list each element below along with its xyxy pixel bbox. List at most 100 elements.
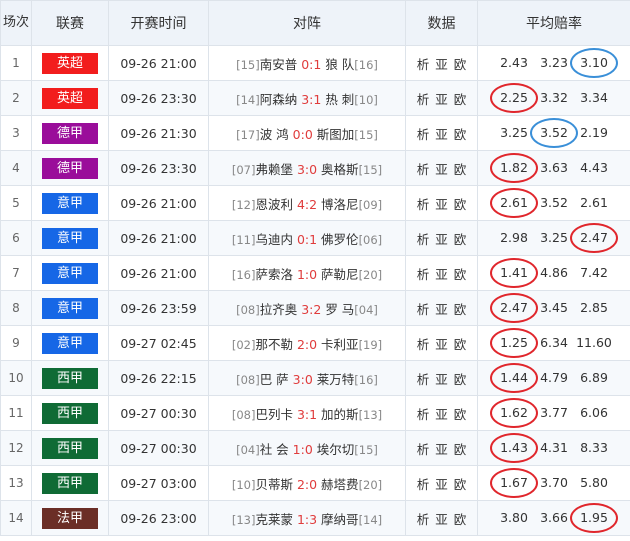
match-cell[interactable]: [11]乌迪内 0:1 佛罗伦[06] (208, 220, 406, 256)
analysis-link[interactable]: 析 (417, 509, 430, 528)
away-team[interactable]: 加的斯 (321, 407, 359, 422)
match-score[interactable]: 2:0 (297, 477, 317, 492)
home-team[interactable]: 社 会 (260, 442, 289, 457)
analysis-link[interactable]: 析 (417, 264, 430, 283)
league-badge[interactable]: 英超 (42, 52, 98, 74)
asian-odds-link[interactable]: 亚 (435, 439, 448, 458)
match-cell[interactable]: [17]波 鸿 0:0 斯图加[15] (208, 115, 406, 151)
analysis-link[interactable]: 析 (417, 194, 430, 213)
asian-odds-link[interactable]: 亚 (435, 124, 448, 143)
away-team[interactable]: 博洛尼 (321, 197, 359, 212)
league-badge[interactable]: 德甲 (42, 157, 98, 179)
asian-odds-link[interactable]: 亚 (435, 89, 448, 108)
asian-odds-link[interactable]: 亚 (435, 264, 448, 283)
home-team[interactable]: 巴 萨 (260, 372, 289, 387)
asian-odds-link[interactable]: 亚 (435, 299, 448, 318)
asian-odds-link[interactable]: 亚 (435, 509, 448, 528)
match-score[interactable]: 4:2 (297, 197, 317, 212)
european-odds-link[interactable]: 欧 (454, 194, 467, 213)
european-odds-link[interactable]: 欧 (454, 369, 467, 388)
away-team[interactable]: 热 刺 (325, 92, 354, 107)
match-cell[interactable]: [07]弗赖堡 3:0 奥格斯[15] (208, 150, 406, 186)
match-score[interactable]: 3:0 (297, 162, 317, 177)
league-badge[interactable]: 德甲 (42, 122, 98, 144)
league-badge[interactable]: 英超 (42, 87, 98, 109)
european-odds-link[interactable]: 欧 (454, 89, 467, 108)
league-badge[interactable]: 西甲 (42, 437, 98, 459)
league-badge[interactable]: 意甲 (42, 227, 98, 249)
league-badge[interactable]: 西甲 (42, 367, 98, 389)
match-cell[interactable]: [16]萨索洛 1:0 萨勒尼[20] (208, 255, 406, 291)
asian-odds-link[interactable]: 亚 (435, 369, 448, 388)
match-score[interactable]: 3:0 (293, 372, 313, 387)
european-odds-link[interactable]: 欧 (454, 334, 467, 353)
match-cell[interactable]: [08]拉齐奥 3:2 罗 马[04] (208, 290, 406, 326)
match-cell[interactable]: [02]那不勒 2:0 卡利亚[19] (208, 325, 406, 361)
european-odds-link[interactable]: 欧 (454, 264, 467, 283)
european-odds-link[interactable]: 欧 (454, 229, 467, 248)
asian-odds-link[interactable]: 亚 (435, 194, 448, 213)
away-team[interactable]: 佛罗伦 (321, 232, 359, 247)
league-badge[interactable]: 意甲 (42, 192, 98, 214)
home-team[interactable]: 弗赖堡 (255, 162, 293, 177)
analysis-link[interactable]: 析 (417, 229, 430, 248)
away-team[interactable]: 罗 马 (325, 302, 354, 317)
match-score[interactable]: 0:0 (293, 127, 313, 142)
league-badge[interactable]: 意甲 (42, 332, 98, 354)
match-cell[interactable]: [08]巴 萨 3:0 莱万特[16] (208, 360, 406, 396)
analysis-link[interactable]: 析 (417, 89, 430, 108)
league-badge[interactable]: 西甲 (42, 472, 98, 494)
european-odds-link[interactable]: 欧 (454, 159, 467, 178)
analysis-link[interactable]: 析 (417, 439, 430, 458)
european-odds-link[interactable]: 欧 (454, 439, 467, 458)
european-odds-link[interactable]: 欧 (454, 509, 467, 528)
match-score[interactable]: 1:3 (297, 512, 317, 527)
home-team[interactable]: 乌迪内 (255, 232, 293, 247)
home-team[interactable]: 巴列卡 (255, 407, 293, 422)
match-score[interactable]: 3:1 (297, 407, 317, 422)
european-odds-link[interactable]: 欧 (454, 54, 467, 73)
european-odds-link[interactable]: 欧 (454, 124, 467, 143)
analysis-link[interactable]: 析 (417, 54, 430, 73)
home-team[interactable]: 拉齐奥 (260, 302, 298, 317)
analysis-link[interactable]: 析 (417, 474, 430, 493)
match-score[interactable]: 3:2 (301, 302, 321, 317)
match-score[interactable]: 2:0 (297, 337, 317, 352)
match-cell[interactable]: [12]恩波利 4:2 博洛尼[09] (208, 185, 406, 221)
home-team[interactable]: 那不勒 (255, 337, 293, 352)
asian-odds-link[interactable]: 亚 (435, 404, 448, 423)
league-badge[interactable]: 西甲 (42, 402, 98, 424)
away-team[interactable]: 赫塔费 (321, 477, 359, 492)
away-team[interactable]: 莱万特 (317, 372, 355, 387)
match-cell[interactable]: [15]南安普 0:1 狼 队[16] (208, 45, 406, 81)
match-cell[interactable]: [13]克莱蒙 1:3 摩纳哥[14] (208, 500, 406, 536)
analysis-link[interactable]: 析 (417, 124, 430, 143)
european-odds-link[interactable]: 欧 (454, 474, 467, 493)
away-team[interactable]: 奥格斯 (321, 162, 359, 177)
home-team[interactable]: 波 鸿 (260, 127, 289, 142)
asian-odds-link[interactable]: 亚 (435, 334, 448, 353)
match-score[interactable]: 0:1 (301, 57, 321, 72)
match-cell[interactable]: [08]巴列卡 3:1 加的斯[13] (208, 395, 406, 431)
home-team[interactable]: 克莱蒙 (255, 512, 293, 527)
match-cell[interactable]: [10]贝蒂斯 2:0 赫塔费[20] (208, 465, 406, 501)
analysis-link[interactable]: 析 (417, 334, 430, 353)
away-team[interactable]: 埃尔切 (317, 442, 355, 457)
away-team[interactable]: 萨勒尼 (321, 267, 359, 282)
league-badge[interactable]: 意甲 (42, 262, 98, 284)
match-cell[interactable]: [14]阿森纳 3:1 热 刺[10] (208, 80, 406, 116)
asian-odds-link[interactable]: 亚 (435, 159, 448, 178)
home-team[interactable]: 阿森纳 (260, 92, 298, 107)
home-team[interactable]: 萨索洛 (255, 267, 293, 282)
european-odds-link[interactable]: 欧 (454, 299, 467, 318)
home-team[interactable]: 贝蒂斯 (255, 477, 293, 492)
league-badge[interactable]: 法甲 (42, 507, 98, 529)
analysis-link[interactable]: 析 (417, 299, 430, 318)
analysis-link[interactable]: 析 (417, 159, 430, 178)
asian-odds-link[interactable]: 亚 (435, 474, 448, 493)
analysis-link[interactable]: 析 (417, 404, 430, 423)
match-score[interactable]: 1:0 (297, 267, 317, 282)
league-badge[interactable]: 意甲 (42, 297, 98, 319)
away-team[interactable]: 卡利亚 (321, 337, 359, 352)
home-team[interactable]: 南安普 (260, 57, 298, 72)
